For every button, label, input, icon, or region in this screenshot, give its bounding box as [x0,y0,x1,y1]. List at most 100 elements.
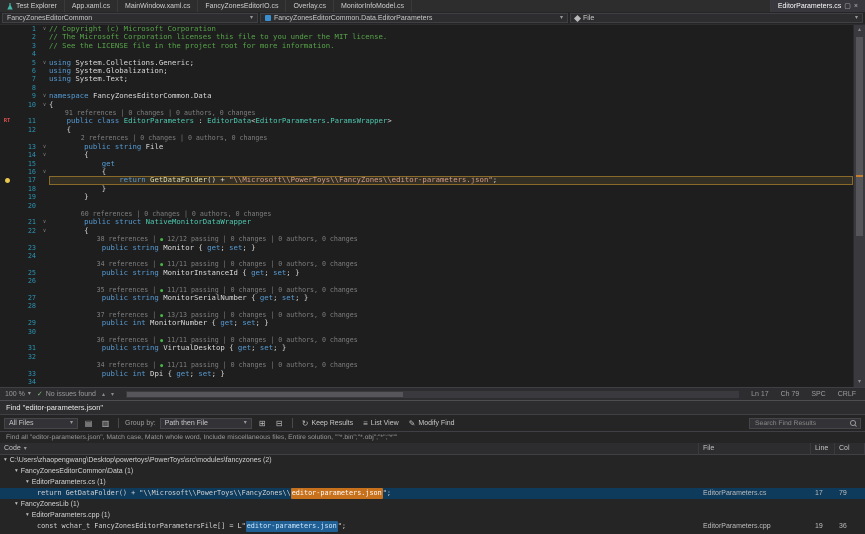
editor-margin[interactable] [0,109,14,117]
fold-chevron-icon[interactable]: ∨ [40,168,49,176]
code-line[interactable]: 16∨ { [0,168,853,176]
expand-chevron-icon[interactable]: ▾ [26,510,29,521]
find-group-row[interactable]: ▾EditorParameters.cs (1) [0,477,865,488]
code-line[interactable]: 17 return GetDataFolder() + "\\Microsoft… [0,176,853,184]
project-dropdown[interactable]: FancyZonesEditorCommon ▾ [2,13,258,23]
margin-marker[interactable]: RT [0,117,14,125]
expand-chevron-icon[interactable]: ▾ [26,477,29,488]
tab-app-xaml-cs[interactable]: App.xaml.cs [65,0,118,12]
code-line[interactable]: 9∨namespace FancyZonesEditorCommon.Data [0,92,853,100]
code-line[interactable]: 10∨{ [0,101,853,109]
editor-margin[interactable] [0,235,14,243]
column-header-file[interactable]: File [699,443,811,454]
code-line[interactable]: 6using System.Globalization; [0,67,853,75]
editor-margin[interactable] [0,319,14,327]
column-header-line[interactable]: Line [811,443,835,454]
code-line[interactable]: 12 { [0,126,853,134]
code-line[interactable]: 25 public string MonitorInstanceId { get… [0,269,853,277]
code-line[interactable]: 33 public int Dpi { get; set; } [0,370,853,378]
code-line[interactable]: 4 [0,50,853,58]
code-line[interactable]: 1∨// Copyright (c) Microsoft Corporation [0,25,853,33]
copy-results-icon[interactable]: ▤ [82,417,95,429]
editor-margin[interactable] [0,126,14,134]
editor-margin[interactable] [0,353,14,361]
tab-fancyzoneseditorio-cs[interactable]: FancyZonesEditorIO.cs [198,0,286,12]
code-line[interactable]: 22∨ { [0,227,853,235]
eol-indicator[interactable]: CRLF [838,391,856,398]
scrollbar-thumb[interactable] [856,37,863,236]
editor-margin[interactable] [0,160,14,168]
close-icon[interactable]: × [854,3,858,10]
document-health-indicator[interactable]: ✓ No issues found [37,390,96,398]
codelens-line[interactable]: 34 references | ● 11/11 passing | 0 chan… [0,361,853,369]
expand-chevron-icon[interactable]: ▾ [15,499,18,510]
code-line[interactable]: 5∨using System.Collections.Generic; [0,59,853,67]
editor-margin[interactable] [0,101,14,109]
fold-chevron-icon[interactable]: ∨ [40,101,49,109]
codelens-line[interactable]: 37 references | ● 13/13 passing | 0 chan… [0,311,853,319]
codelens-line[interactable]: 38 references | ● 12/12 passing | 0 chan… [0,235,853,243]
editor-margin[interactable] [0,378,14,386]
fold-chevron-icon[interactable]: ∨ [40,218,49,226]
editor-margin[interactable] [0,336,14,344]
editor-margin[interactable] [0,176,14,184]
search-find-results-input[interactable] [753,419,847,428]
editor-margin[interactable] [0,344,14,352]
editor-margin[interactable] [0,42,14,50]
code-line[interactable]: 29 public int MonitorNumber { get; set; … [0,319,853,327]
prev-issue-icon[interactable]: ▴ [102,391,105,398]
code-line[interactable]: 18 } [0,185,853,193]
fold-chevron-icon[interactable]: ∨ [40,143,49,151]
column-header-col[interactable]: Col [835,443,865,454]
editor-margin[interactable] [0,260,14,268]
editor-margin[interactable] [0,328,14,336]
editor-margin[interactable] [0,75,14,83]
code-line[interactable]: 26 [0,277,853,285]
codelens-line[interactable]: 36 references | ● 11/11 passing | 0 chan… [0,336,853,344]
editor-margin[interactable] [0,84,14,92]
find-group-row[interactable]: ▾FancyZonesLib (1) [0,499,865,510]
code-line[interactable]: 28 [0,302,853,310]
editor-margin[interactable] [0,252,14,260]
collapse-all-icon[interactable]: ⊟ [273,417,286,429]
tab-mainwindow-xaml-cs[interactable]: MainWindow.xaml.cs [118,0,198,12]
clear-results-icon[interactable]: ▥ [99,417,112,429]
code-line[interactable]: 15 get [0,160,853,168]
panel-title-bar[interactable]: Find "editor-parameters.json" [0,401,865,415]
scroll-up-icon[interactable]: ▴ [854,25,865,35]
scrollbar-thumb[interactable] [127,392,403,397]
keep-results-button[interactable]: ↻ Keep Results [299,417,356,429]
codelens-line[interactable]: 2 references | 0 changes | 0 authors, 0 … [0,134,853,142]
code-line[interactable]: RT11 public class EditorParameters : Edi… [0,117,853,125]
code-line[interactable]: 14∨ { [0,151,853,159]
scroll-down-icon[interactable]: ▾ [854,377,865,387]
fold-chevron-icon[interactable]: ∨ [40,151,49,159]
editor-margin[interactable] [0,185,14,193]
code-line[interactable]: 24 [0,252,853,260]
editor-margin[interactable] [0,286,14,294]
code-line[interactable]: 8 [0,84,853,92]
expand-all-icon[interactable]: ⊞ [256,417,269,429]
tab-editorparameters-preview[interactable]: EditorParameters.cs ▢ × [770,0,865,12]
editor-margin[interactable] [0,168,14,176]
vertical-scrollbar[interactable]: ▴ ▾ [853,25,865,387]
find-group-row[interactable]: ▾FancyZonesEditorCommon\Data (1) [0,466,865,477]
editor-margin[interactable] [0,25,14,33]
code-line[interactable]: 2// The Microsoft Corporation licenses t… [0,33,853,41]
fold-chevron-icon[interactable]: ∨ [40,92,49,100]
code-line[interactable]: 7using System.Text; [0,75,853,83]
code-line[interactable]: 34 [0,378,853,386]
modify-find-button[interactable]: ✎ Modify Find [406,417,458,429]
editor-margin[interactable] [0,193,14,201]
list-view-button[interactable]: ≡ List View [360,417,402,429]
zoom-control[interactable]: 100 % ▾ [5,391,31,398]
lightbulb-icon[interactable] [5,178,10,183]
code-line[interactable]: 13∨ public string File [0,143,853,151]
search-find-results-box[interactable] [749,418,861,429]
editor-margin[interactable] [0,151,14,159]
editor-margin[interactable] [0,67,14,75]
editor-margin[interactable] [0,361,14,369]
editor-margin[interactable] [0,134,14,142]
editor-margin[interactable] [0,294,14,302]
horizontal-scrollbar[interactable] [126,391,739,398]
